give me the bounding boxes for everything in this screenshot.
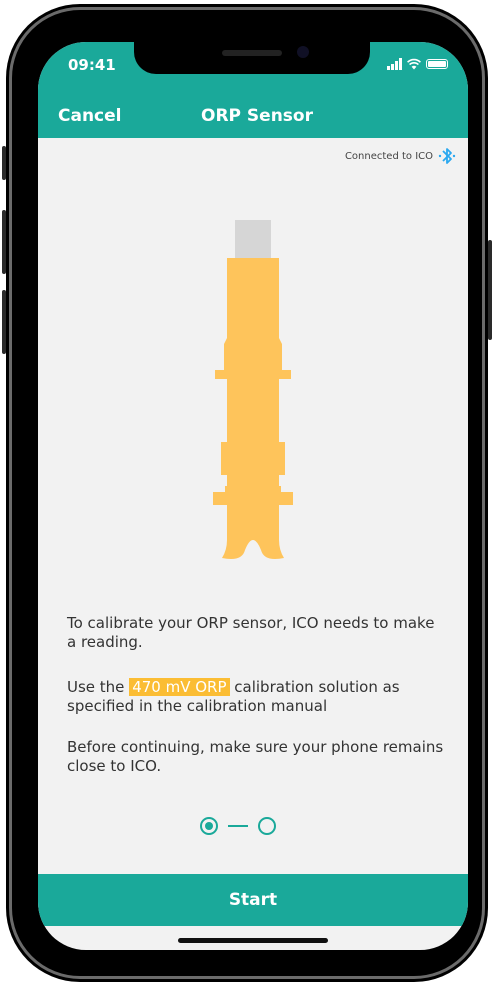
sensor-cap	[235, 220, 271, 258]
solution-highlight: 470 mV ORP	[129, 678, 230, 696]
wifi-icon	[407, 58, 421, 70]
step-2-indicator	[258, 817, 276, 835]
bluetooth-icon	[438, 148, 456, 164]
volume-down-button	[2, 290, 6, 354]
power-button	[488, 240, 492, 340]
home-indicator	[178, 938, 328, 943]
notch	[134, 42, 370, 74]
earpiece-speaker	[222, 50, 282, 56]
step-indicator	[200, 817, 276, 835]
status-icons	[387, 58, 448, 70]
mute-switch	[2, 146, 6, 180]
signal-icon	[387, 58, 402, 70]
status-time: 09:41	[68, 56, 116, 74]
instruction-solution: Use the 470 mV ORP calibration solution …	[67, 678, 447, 716]
step-1-indicator	[200, 817, 218, 835]
battery-icon	[426, 59, 448, 69]
instruction-solution-prefix: Use the	[67, 678, 130, 696]
navigation-bar: Cancel ORP Sensor	[38, 98, 468, 138]
sensor-body	[213, 258, 293, 559]
orp-sensor-illustration	[213, 220, 293, 559]
connection-status-text: Connected to ICO	[344, 150, 433, 162]
page-title: ORP Sensor	[201, 106, 313, 126]
connection-status: Connected to ICO	[345, 146, 456, 166]
volume-up-button	[2, 210, 6, 274]
step-connector	[228, 825, 248, 827]
cancel-button[interactable]: Cancel	[58, 106, 121, 126]
instruction-proximity: Before continuing, make sure your phone …	[67, 738, 444, 775]
start-button[interactable]: Start	[38, 874, 468, 926]
instruction-reading: To calibrate your ORP sensor, ICO needs …	[67, 614, 435, 651]
screen: 09:41 Cancel ORP Sensor Connected to ICO	[38, 42, 468, 950]
front-camera	[297, 46, 309, 58]
